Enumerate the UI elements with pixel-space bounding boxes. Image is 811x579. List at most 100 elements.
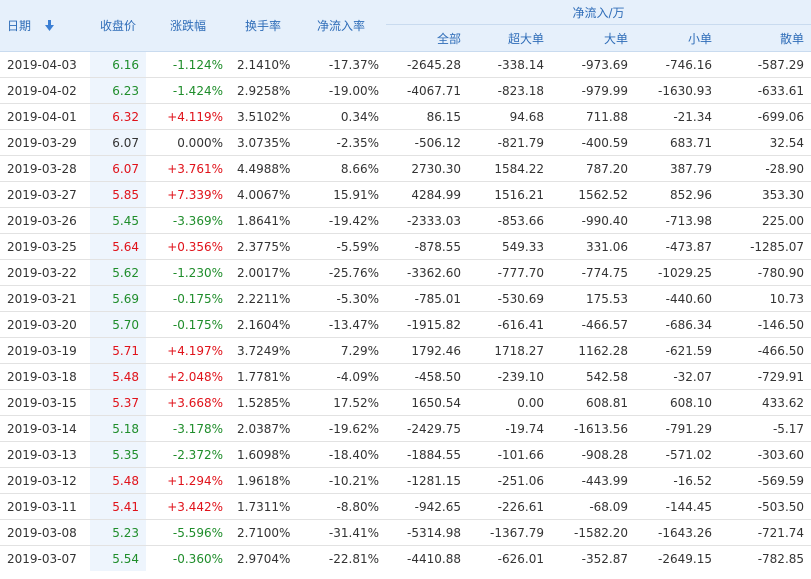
cell-super-large: -226.61 xyxy=(468,493,551,520)
cell-net-rate: -19.42% xyxy=(296,207,386,234)
table-row[interactable]: 2019-03-12 5.48 +1.294% 1.9618% -10.21% -1281… xyxy=(0,467,811,494)
table-row[interactable]: 2019-03-11 5.41 +3.442% 1.7311% -8.80% -942.6… xyxy=(0,493,811,520)
table-row[interactable]: 2019-03-29 6.07 0.000% 3.0735% -2.35% -506.12… xyxy=(0,129,811,156)
cell-turnover: 2.1604% xyxy=(230,311,296,338)
cell-date: 2019-04-02 xyxy=(0,77,90,104)
cell-super-large: -823.18 xyxy=(468,77,551,104)
net-inflow-group-header: 净流入/万 xyxy=(386,0,811,25)
table-row[interactable]: 2019-03-22 5.62 -1.230% 2.0017% -25.76% -3362… xyxy=(0,259,811,286)
cell-large: 542.58 xyxy=(551,363,635,390)
col-small-header[interactable]: 小单 xyxy=(635,24,719,52)
table-row[interactable]: 2019-03-14 5.18 -3.178% 2.0387% -19.62% -2429… xyxy=(0,415,811,442)
cell-all: 1650.54 xyxy=(386,389,468,416)
cell-turnover: 1.9618% xyxy=(230,467,296,494)
cell-change: +2.048% xyxy=(146,363,230,390)
col-large-header[interactable]: 大单 xyxy=(551,24,635,52)
table-row[interactable]: 2019-03-27 5.85 +7.339% 4.0067% 15.91% 4284.9… xyxy=(0,181,811,208)
table-row[interactable]: 2019-03-26 5.45 -3.369% 1.8641% -19.42% -2333… xyxy=(0,207,811,234)
table-row[interactable]: 2019-03-19 5.71 +4.197% 3.7249% 7.29% 1792.46… xyxy=(0,337,811,364)
table-row[interactable]: 2019-03-08 5.23 -5.596% 2.7100% -31.41% -5314… xyxy=(0,519,811,546)
col-turnover-header[interactable]: 换手率 xyxy=(230,0,296,52)
cell-retail: 433.62 xyxy=(719,389,811,416)
cell-close: 5.37 xyxy=(90,389,146,416)
cell-retail: -633.61 xyxy=(719,77,811,104)
cell-large: -979.99 xyxy=(551,77,635,104)
cell-retail: -303.60 xyxy=(719,441,811,468)
col-retail-header[interactable]: 散单 xyxy=(719,24,811,52)
cell-close: 5.71 xyxy=(90,337,146,364)
cell-small: -791.29 xyxy=(635,415,719,442)
fund-flow-table: 日期 收盘价 涨跌幅 换手率 净流入率 净流入/万 全部 超大单 大单 小单 散… xyxy=(0,0,811,571)
cell-super-large: 1718.27 xyxy=(468,337,551,364)
cell-date: 2019-03-25 xyxy=(0,233,90,260)
cell-small: -1630.93 xyxy=(635,77,719,104)
cell-retail: 353.30 xyxy=(719,181,811,208)
sort-down-arrow-icon[interactable] xyxy=(44,19,54,34)
cell-net-rate: -19.00% xyxy=(296,77,386,104)
table-row[interactable]: 2019-04-02 6.23 -1.424% 2.9258% -19.00% -4067… xyxy=(0,77,811,104)
cell-change: +3.761% xyxy=(146,155,230,182)
cell-close: 5.54 xyxy=(90,545,146,571)
table-row[interactable]: 2019-04-03 6.16 -1.124% 2.1410% -17.37% -2645… xyxy=(0,51,811,78)
col-change-header[interactable]: 涨跌幅 xyxy=(146,0,230,52)
table-row[interactable]: 2019-03-13 5.35 -2.372% 1.6098% -18.40% -1884… xyxy=(0,441,811,468)
cell-all: -5314.98 xyxy=(386,519,468,546)
cell-all: 86.15 xyxy=(386,103,468,130)
cell-large: -990.40 xyxy=(551,207,635,234)
cell-turnover: 4.4988% xyxy=(230,155,296,182)
cell-large: -1582.20 xyxy=(551,519,635,546)
table-row[interactable]: 2019-03-28 6.07 +3.761% 4.4988% 8.66% 2730.30… xyxy=(0,155,811,182)
cell-change: -0.175% xyxy=(146,285,230,312)
table-row[interactable]: 2019-03-18 5.48 +2.048% 1.7781% -4.09% -458.5… xyxy=(0,363,811,390)
cell-large: 711.88 xyxy=(551,103,635,130)
cell-turnover: 4.0067% xyxy=(230,181,296,208)
cell-retail: -466.50 xyxy=(719,337,811,364)
cell-retail: -729.91 xyxy=(719,363,811,390)
cell-large: 787.20 xyxy=(551,155,635,182)
cell-turnover: 1.8641% xyxy=(230,207,296,234)
cell-date: 2019-03-26 xyxy=(0,207,90,234)
cell-small: -16.52 xyxy=(635,467,719,494)
cell-small: -21.34 xyxy=(635,103,719,130)
table-row[interactable]: 2019-03-25 5.64 +0.356% 2.3775% -5.59% -878.5… xyxy=(0,233,811,260)
col-date-label: 日期 xyxy=(7,19,32,33)
cell-net-rate: -5.30% xyxy=(296,285,386,312)
cell-super-large: -251.06 xyxy=(468,467,551,494)
cell-date: 2019-03-07 xyxy=(7,551,77,566)
cell-all: -785.01 xyxy=(386,285,468,312)
cell-close: 5.69 xyxy=(90,285,146,312)
table-row[interactable]: 2019-03-20 5.70 -0.175% 2.1604% -13.47% -1915… xyxy=(0,311,811,338)
cell-retail: 225.00 xyxy=(719,207,811,234)
cell-super-large: -530.69 xyxy=(468,285,551,312)
cell-all: -2333.03 xyxy=(386,207,468,234)
cell-close: 6.16 xyxy=(90,51,146,78)
col-super-large-header[interactable]: 超大单 xyxy=(468,24,551,52)
cell-close: 5.35 xyxy=(90,441,146,468)
cell-large: -68.09 xyxy=(551,493,635,520)
col-all-header[interactable]: 全部 xyxy=(386,24,468,52)
table-row[interactable]: 2019-03-07 5.54 -0.360% 2.9704% -22.81% -4410… xyxy=(0,545,811,571)
cell-change: +4.197% xyxy=(146,337,230,364)
cell-close: 5.62 xyxy=(90,259,146,286)
cell-turnover: 1.7781% xyxy=(230,363,296,390)
cell-net-rate: 17.52% xyxy=(296,389,386,416)
table-row[interactable]: 2019-03-15 5.37 +3.668% 1.5285% 17.52% 1650.5… xyxy=(0,389,811,416)
col-net-rate-header[interactable]: 净流入率 xyxy=(296,0,386,52)
cell-small: 608.10 xyxy=(635,389,719,416)
cell-turnover: 3.0735% xyxy=(230,129,296,156)
cell-net-rate: 15.91% xyxy=(296,181,386,208)
cell-large: 175.53 xyxy=(551,285,635,312)
table-row[interactable]: 2019-03-21 5.69 -0.175% 2.2211% -5.30% -785.0… xyxy=(0,285,811,312)
cell-all: -4410.88 xyxy=(407,551,461,566)
cell-large: 1562.52 xyxy=(551,181,635,208)
col-date-header[interactable]: 日期 xyxy=(0,0,90,52)
cell-change: +3.668% xyxy=(146,389,230,416)
col-close-header[interactable]: 收盘价 xyxy=(90,0,146,52)
table-row[interactable]: 2019-04-01 6.32 +4.119% 3.5102% 0.34% 86.15 94… xyxy=(0,103,811,130)
cell-large: 608.81 xyxy=(551,389,635,416)
cell-large: -400.59 xyxy=(551,129,635,156)
cell-date: 2019-03-29 xyxy=(0,129,90,156)
cell-large: -973.69 xyxy=(551,51,635,78)
cell-change: +3.442% xyxy=(146,493,230,520)
cell-turnover: 2.1410% xyxy=(230,51,296,78)
